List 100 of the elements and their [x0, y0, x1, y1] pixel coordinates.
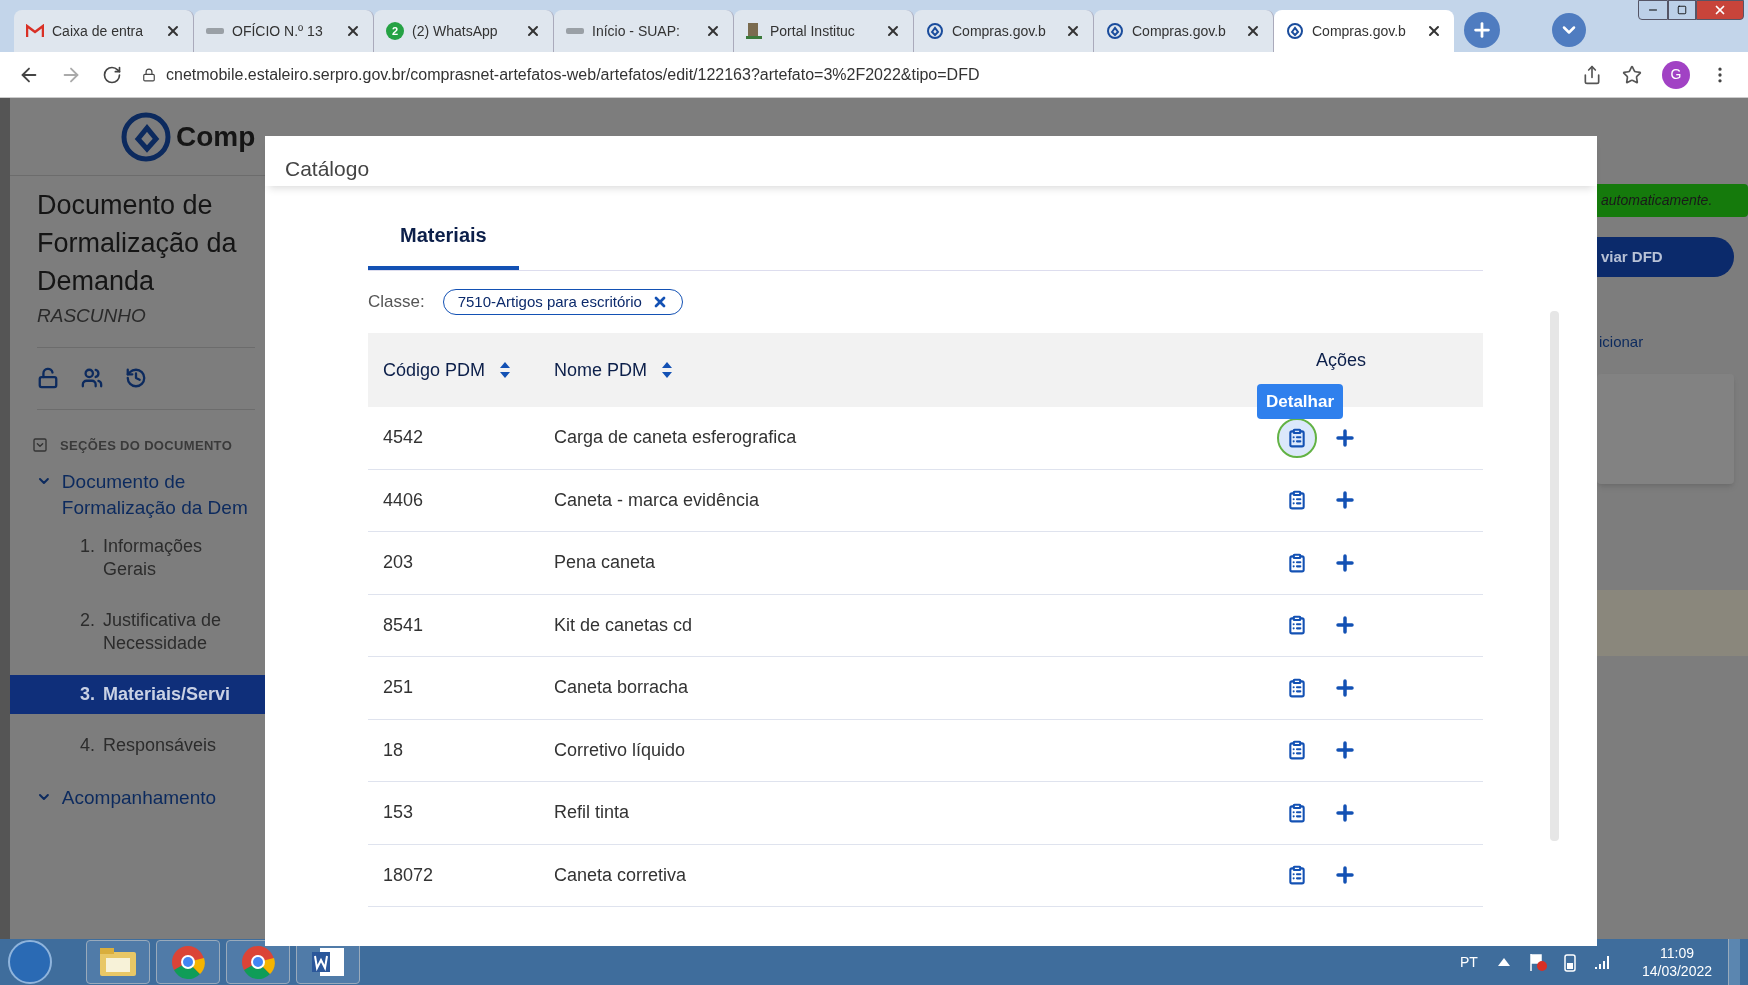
- maximize-button[interactable]: [1668, 0, 1696, 20]
- autosave-notice: automaticamente.: [1597, 184, 1748, 217]
- collapse-icon[interactable]: [32, 437, 48, 454]
- address-field[interactable]: cnetmobile.estaleiro.serpro.gov.br/comprasnet-artefatos-web/artefatos/edit/122163?artefato=3%2F2022&tipo=DFD: [142, 57, 1562, 92]
- browser-tab[interactable]: Portal Instituc: [734, 10, 914, 52]
- profile-avatar[interactable]: G: [1662, 60, 1690, 89]
- minimize-button[interactable]: [1638, 0, 1668, 20]
- scrollbar[interactable]: [1550, 311, 1559, 841]
- close-icon[interactable]: [705, 23, 721, 39]
- table-cell-text: 251: [382, 676, 415, 700]
- browser-tab[interactable]: 2 (2) WhatsApp: [374, 10, 554, 52]
- clipboard-icon: [1287, 802, 1307, 823]
- browser-tab[interactable]: Compras.gov.b: [1094, 10, 1274, 52]
- browser-tab[interactable]: Caixa de entra: [14, 10, 194, 52]
- mail-logo-icon: [26, 24, 44, 38]
- browser-tab[interactable]: OFÍCIO N.º 13: [194, 10, 374, 52]
- details-button[interactable]: [1279, 419, 1315, 456]
- new-tab-button[interactable]: [1464, 12, 1500, 48]
- flag-icon[interactable]: [1527, 952, 1548, 972]
- table-cell-text: Caneta corretiva: [554, 863, 688, 887]
- table-cell-text: 8541: [382, 613, 425, 637]
- start-button[interactable]: [8, 940, 52, 984]
- close-icon: [1713, 3, 1727, 17]
- notification-badge: 2: [386, 22, 404, 40]
- document-title: Documento de Formalização da Demanda: [37, 189, 238, 298]
- document-status: RASCUNHO: [37, 302, 255, 348]
- site-logo-text: Comp: [176, 119, 256, 154]
- lock-icon: [142, 67, 156, 82]
- unlock-icon[interactable]: [37, 367, 59, 389]
- close-icon[interactable]: [885, 23, 901, 39]
- table-cell-text: 203: [382, 551, 415, 575]
- send-button[interactable]: viar DFD: [1597, 237, 1734, 277]
- site-logo-icon: [120, 110, 172, 163]
- dialog-tab[interactable]: Materiais: [368, 204, 519, 270]
- clipboard-icon: [1287, 740, 1307, 761]
- table-cell-text: Caneta - marca evidência: [554, 488, 761, 512]
- close-window-button[interactable]: [1696, 0, 1744, 20]
- table-cell-text: Corretivo líquido: [554, 738, 687, 762]
- plus-icon: [1471, 19, 1493, 41]
- table-cell-text: Refil tinta: [554, 801, 631, 825]
- tab-title: Compras.gov.b: [1132, 21, 1227, 41]
- clipboard-icon: [1287, 677, 1307, 698]
- signal-icon[interactable]: [1593, 954, 1612, 970]
- tooltip: Detalhar: [1257, 383, 1344, 420]
- nav-item[interactable]: 3. Materiais/Servi: [10, 675, 265, 714]
- table-cell-text: 153: [382, 801, 415, 825]
- browser-tab[interactable]: Início - SUAP:: [554, 10, 734, 52]
- clipboard-icon: [1287, 615, 1307, 636]
- share-icon[interactable]: [1582, 64, 1602, 85]
- sort-icon[interactable]: [661, 361, 673, 379]
- folder-icon[interactable]: [98, 946, 138, 978]
- tab-title: (2) WhatsApp: [412, 21, 499, 41]
- column-header[interactable]: Nome PDM: [554, 356, 647, 384]
- browser-tab[interactable]: Compras.gov.b: [1274, 10, 1454, 52]
- users-icon[interactable]: [81, 367, 103, 389]
- table-cell-text: Kit de canetas cd: [554, 613, 694, 637]
- tray-expand-icon[interactable]: [1497, 958, 1510, 966]
- close-icon[interactable]: [165, 23, 181, 39]
- tab-title: Caixa de entra: [52, 21, 145, 41]
- clipboard-icon: [1287, 865, 1307, 886]
- site-logo-icon: [566, 26, 584, 36]
- close-icon[interactable]: [1245, 23, 1261, 39]
- site-logo-icon: [206, 26, 224, 36]
- maximize-icon: [1677, 5, 1687, 15]
- column-header: Ações: [1316, 349, 1367, 372]
- sections-heading: SEÇÕES DO DOCUMENTO: [60, 436, 233, 455]
- swirl-logo-icon: [1106, 22, 1124, 40]
- clipboard-icon: [1287, 427, 1307, 448]
- tab-title: OFÍCIO N.º 13: [232, 21, 324, 41]
- clipboard-icon: [1287, 552, 1307, 573]
- document-app-icon[interactable]: [310, 946, 346, 978]
- tab-title: Portal Instituc: [770, 21, 856, 41]
- bookmark-icon[interactable]: [1622, 64, 1642, 85]
- table-cell-text: 4406: [382, 488, 425, 512]
- close-icon[interactable]: [345, 23, 361, 39]
- browser-tab[interactable]: Compras.gov.b: [914, 10, 1094, 52]
- swirl-logo-icon: [1286, 22, 1304, 40]
- history-icon[interactable]: [125, 367, 147, 389]
- table-cell-text: Caneta borracha: [554, 676, 690, 700]
- tab-title: Compras.gov.b: [952, 21, 1047, 41]
- table-cell-text: Pena caneta: [554, 551, 657, 575]
- clock[interactable]: 11:09 14/03/2022: [1641, 944, 1712, 980]
- close-icon[interactable]: [1065, 23, 1081, 39]
- tab-title: Início - SUAP:: [592, 21, 681, 41]
- swirl-logo-icon: [926, 22, 944, 40]
- browser-icon[interactable]: [240, 944, 276, 980]
- dialog-title: Catálogo: [285, 155, 370, 182]
- close-icon[interactable]: [525, 23, 541, 39]
- tab-title: Compras.gov.b: [1312, 21, 1407, 41]
- sort-icon[interactable]: [499, 361, 512, 379]
- browser-icon[interactable]: [170, 944, 206, 980]
- table-cell-text: Carga de caneta esferografica: [554, 426, 798, 450]
- book-logo-icon: [746, 22, 762, 40]
- table-cell-text: 4542: [382, 426, 425, 450]
- battery-icon[interactable]: [1563, 952, 1576, 972]
- column-header[interactable]: Código PDM: [383, 356, 486, 384]
- close-icon[interactable]: [1426, 23, 1442, 39]
- reload-icon[interactable]: [102, 64, 122, 85]
- tab-list-button[interactable]: [1552, 13, 1586, 47]
- language-indicator[interactable]: PT: [1460, 951, 1478, 973]
